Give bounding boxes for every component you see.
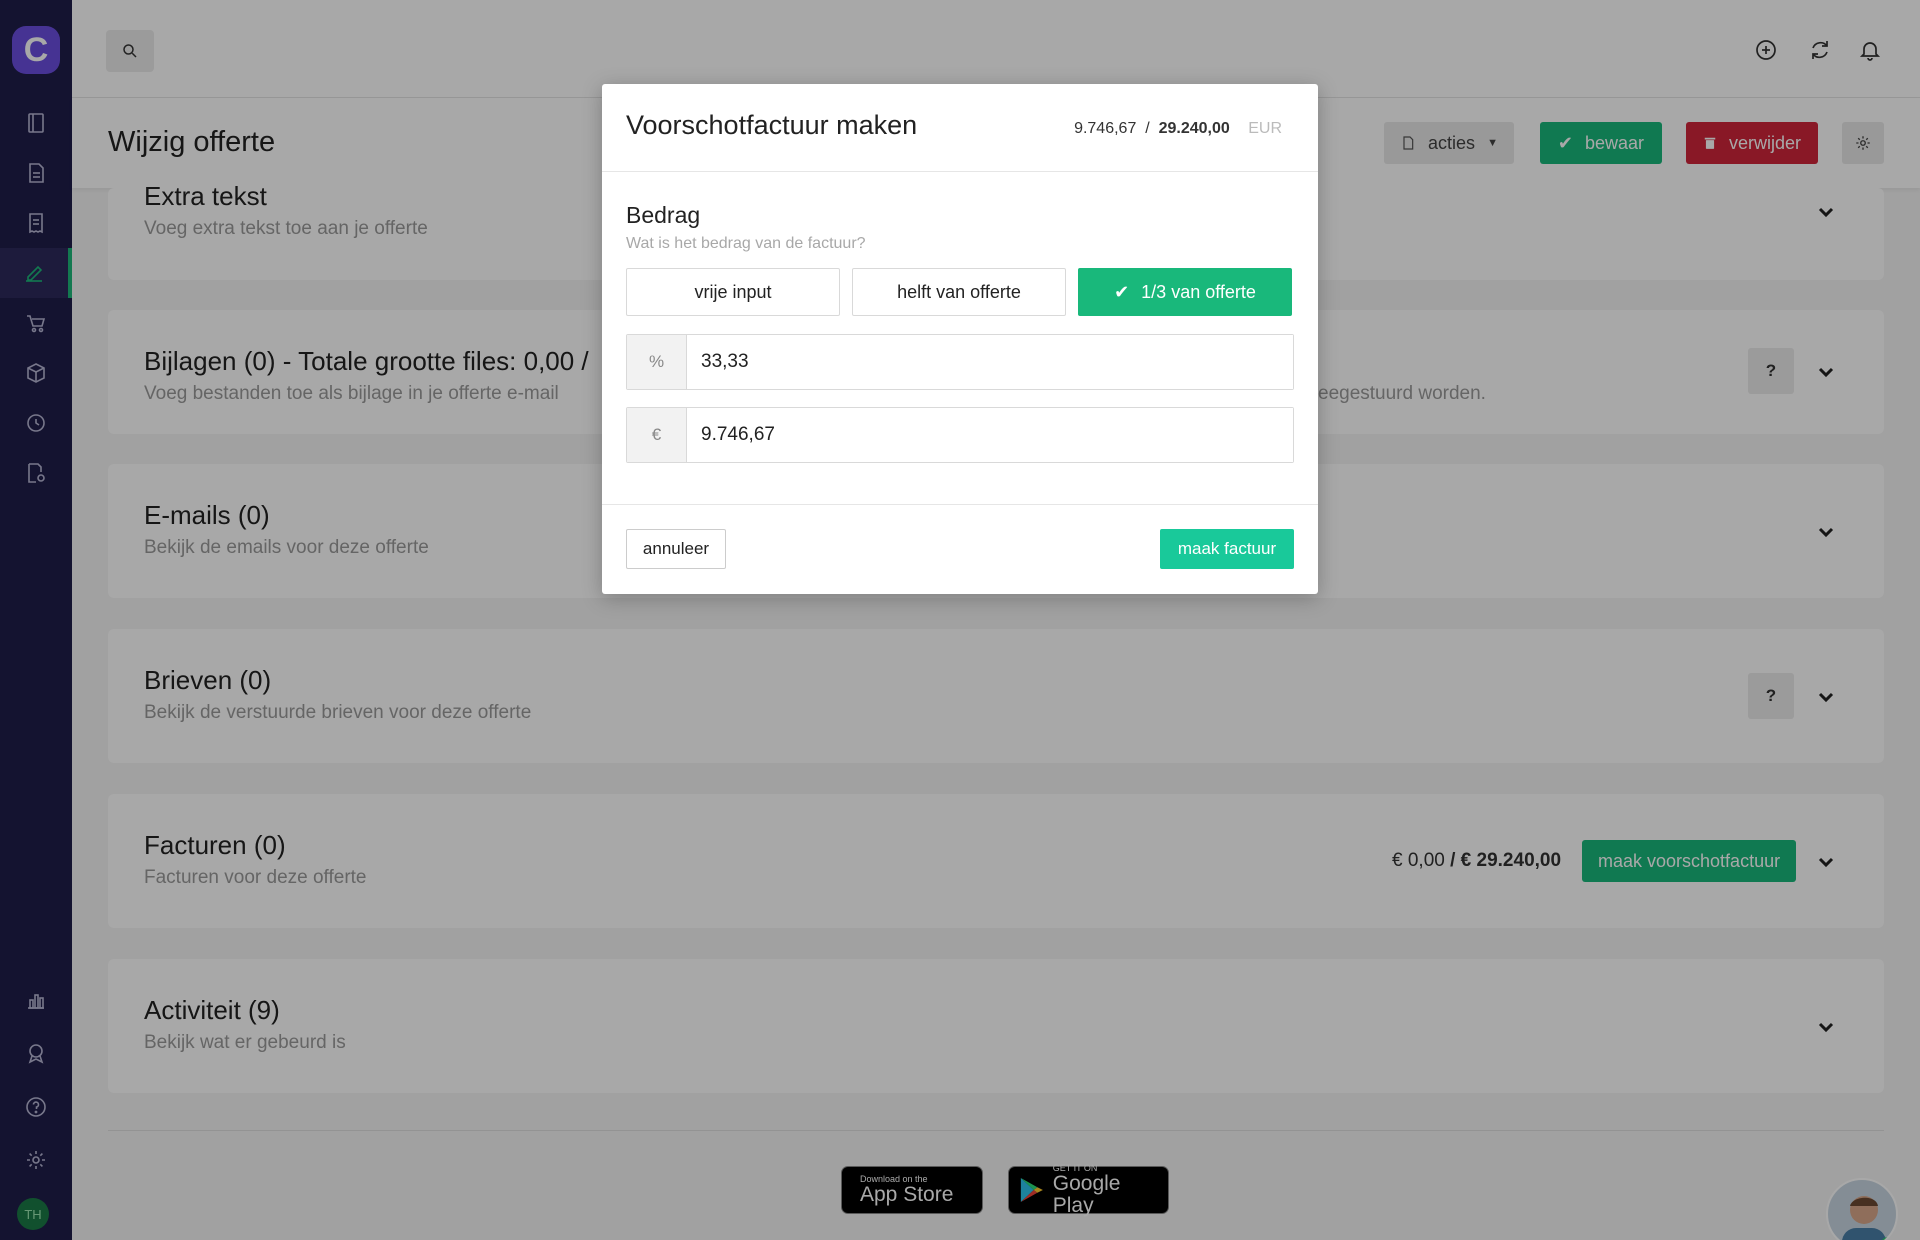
modal-amount: 9.746,67 [1074, 120, 1137, 137]
percent-addon: % [627, 335, 687, 389]
modal-header: Voorschotfactuur maken 9.746,67 / 29.240… [602, 84, 1318, 172]
section-subtitle: Wat is het bedrag van de factuur? [626, 235, 866, 252]
modal-title: Voorschotfactuur maken [626, 110, 918, 140]
option-een-derde-van-offerte[interactable]: ✔ 1/3 van offerte [1078, 268, 1292, 316]
amount-input[interactable] [687, 408, 1293, 462]
modal-footer: annuleer maak factuur [602, 504, 1318, 594]
section-title: Bedrag [626, 202, 701, 228]
percentage-field: % [626, 334, 1294, 390]
modal-amount-summary: 9.746,67 / 29.240,00 EUR [1074, 120, 1282, 138]
modal-amount-separator: / [1145, 120, 1150, 137]
voorschotfactuur-modal: Voorschotfactuur maken 9.746,67 / 29.240… [602, 84, 1318, 594]
modal-currency: EUR [1248, 120, 1282, 137]
check-icon: ✔ [1114, 281, 1130, 302]
option-vrije-input[interactable]: vrije input [626, 268, 840, 316]
option-helft-van-offerte[interactable]: helft van offerte [852, 268, 1066, 316]
maak-factuur-button[interactable]: maak factuur [1160, 529, 1294, 569]
option-label: 1/3 van offerte [1141, 281, 1256, 302]
modal-total: 29.240,00 [1158, 120, 1230, 137]
amount-field: € [626, 407, 1294, 463]
euro-addon: € [627, 408, 687, 462]
percentage-input[interactable] [687, 335, 1293, 389]
annuleer-button[interactable]: annuleer [626, 529, 726, 569]
